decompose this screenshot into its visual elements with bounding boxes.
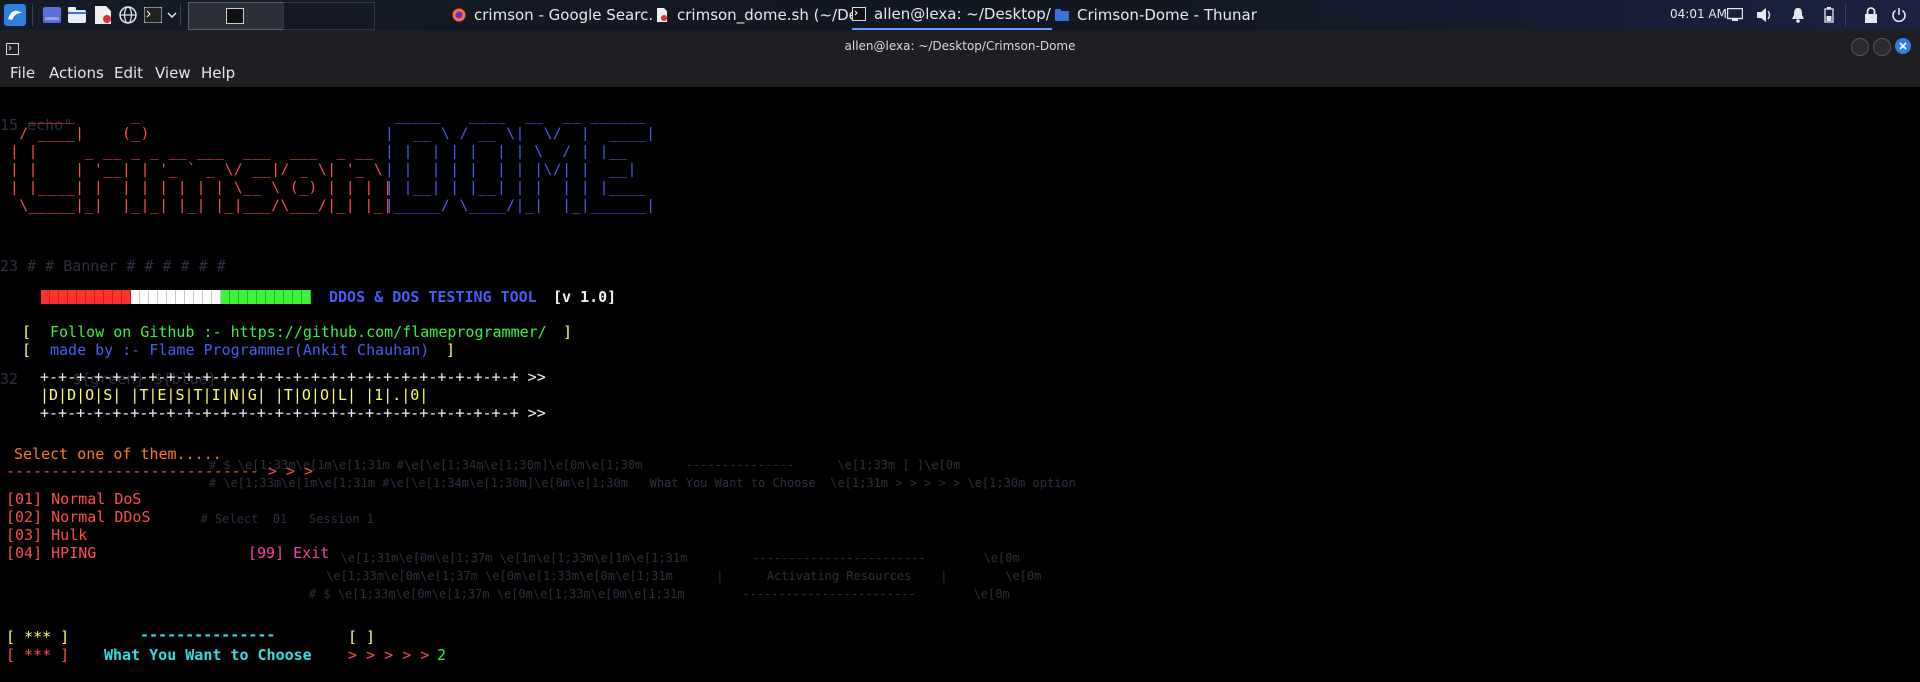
maximize-button[interactable]	[1873, 38, 1891, 56]
choose-arrows: > > > > >	[348, 646, 430, 664]
ascii-crimson-line: | | | '__| | '_ ` _ \/ __|/ _ \| '_ \	[10, 162, 384, 178]
ghost-line: 23 # # Banner # # # # # #	[0, 257, 226, 275]
prompt-bracket: [ ]	[348, 628, 376, 646]
workspace-icon[interactable]	[42, 5, 62, 25]
terminal-icon	[852, 7, 866, 21]
volume-icon[interactable]	[1756, 6, 1774, 24]
stars-box: [ *** ]	[6, 628, 70, 646]
version-label: [v 1.0]	[553, 288, 617, 306]
select-prompt: Select one of them.....	[14, 445, 222, 463]
github-follow-text: Follow on Github :- https://github.com/f…	[50, 323, 547, 341]
window-titlebar[interactable]: allen@lexa: ~/Desktop/Crimson-Dome	[0, 30, 1920, 63]
option-normal-ddos: [02] Normal DDoS	[6, 508, 151, 526]
terminal-launcher-icon[interactable]	[143, 5, 163, 25]
bracket-open: [	[22, 341, 32, 359]
clock[interactable]: 04:01 AM	[1670, 7, 1727, 21]
chevron-down-icon[interactable]	[162, 5, 182, 25]
banner-border-bottom: +-+-+-+-+-+-+-+-+-+-+-+-+-+-+-+-+-+-+-+-…	[40, 404, 546, 422]
taskbar-window-label: crimson - Google Searc...	[474, 6, 652, 24]
option-hulk: [03] Hulk	[6, 526, 88, 544]
option-hping: [04] HPING	[6, 544, 97, 562]
menu-help[interactable]: Help	[201, 64, 235, 82]
web-browser-icon[interactable]	[118, 5, 138, 25]
folder-icon	[1055, 9, 1069, 21]
file-manager-icon[interactable]	[67, 5, 87, 25]
taskbar-window-editor[interactable]: crimson_dome.sh (~/De...	[655, 0, 855, 30]
ascii-crimson-line: \_____|_| |_|_| |_| |_|___/\___/|_| |_|	[10, 198, 393, 214]
menu-file[interactable]: File	[10, 64, 35, 82]
menu-bar: File Actions Edit View Help	[0, 63, 1920, 87]
ghost-line: # Select 01 Session 1	[150, 512, 374, 526]
bracket-close: ]	[446, 341, 456, 359]
banner-text: |D|D|O|S| |T|E|S|T|I|N|G| |T|O|O|L| |1|.…	[40, 386, 429, 404]
taskbar-window-label: allen@lexa: ~/Desktop/...	[874, 5, 1052, 23]
taskbar-window-terminal[interactable]: allen@lexa: ~/Desktop/...	[852, 0, 1052, 30]
terminal-thumbnail-icon	[226, 8, 244, 24]
ghost-line: # $ \e[1;33m\e[0m\e[1;37m \e[0m\e[1;33m\…	[280, 587, 1010, 601]
ascii-dome-line: | __ \ / __ \| \/ | ____|	[385, 126, 656, 142]
window-title: allen@lexa: ~/Desktop/Crimson-Dome	[844, 39, 1076, 53]
dash-arrow-line: ---------------------------- > > >	[6, 462, 314, 480]
choose-input-value[interactable]: 2	[437, 646, 446, 664]
workspace-switcher-active[interactable]	[188, 2, 284, 30]
taskbar-window-thunar[interactable]: Crimson-Dome - Thunar	[1055, 0, 1285, 30]
document-icon[interactable]	[93, 5, 113, 25]
ascii-crimson-line: | | _ __ _ _ __ ___ ___ ___ _ __	[10, 144, 374, 160]
battery-icon[interactable]	[1820, 6, 1838, 24]
prompt-dashes: ---------------	[140, 626, 276, 644]
close-button[interactable]	[1895, 38, 1911, 54]
choose-label: What You Want to Choose	[104, 646, 312, 664]
flag-bar-white	[131, 290, 221, 304]
stars-box: [ *** ]	[6, 646, 70, 664]
option-normal-dos: [01] Normal DoS	[6, 490, 142, 508]
ghost-line: \e[1;33m\e[0m\e[1;37m \e[0m\e[1;33m\e[0m…	[290, 569, 1042, 583]
lock-icon[interactable]	[1862, 6, 1880, 24]
ghost-line: \e[1;31m\e[0m\e[1;37m \e[1m\e[1;33m\e[1m…	[290, 551, 1020, 565]
option-exit: [99] Exit	[248, 544, 330, 562]
ascii-dome-line: | | | | | | | \ / | |__	[385, 144, 628, 160]
ascii-crimson-line: / ____| (_)	[10, 126, 150, 142]
close-icon	[1899, 42, 1907, 50]
ascii-dome-line: |_____/ \____/|_| |_|______|	[385, 198, 656, 214]
firefox-icon	[452, 8, 466, 22]
menu-actions[interactable]: Actions	[49, 64, 104, 82]
menu-edit[interactable]: Edit	[114, 64, 143, 82]
taskbar-window-firefox[interactable]: crimson - Google Searc...	[452, 0, 652, 30]
bracket-close: ]	[563, 323, 573, 341]
ascii-dome-line: | |__| | |__| | | | | |____	[385, 180, 647, 196]
menu-view[interactable]: View	[155, 64, 191, 82]
power-icon[interactable]	[1890, 6, 1908, 24]
ascii-dome-line: | | | | | | | |\/| | __|	[385, 162, 637, 178]
taskbar-window-label: crimson_dome.sh (~/De...	[677, 6, 855, 24]
author-text: made by :- Flame Programmer(Ankit Chauha…	[50, 341, 430, 359]
workspace-switcher[interactable]	[283, 2, 375, 30]
taskbar: crimson - Google Searc... crimson_dome.s…	[0, 0, 1920, 30]
ascii-dome-line: _____ ____ __ __ ______	[385, 108, 647, 124]
bracket-open: [	[22, 323, 32, 341]
terminal-output[interactable]: 15 echo" 23 # # Banner # # # # # # 32 ${…	[0, 87, 1920, 682]
display-icon[interactable]	[1726, 6, 1744, 24]
ghost-line: # \e[1;33m\e[1m\e[1;31m #\e[\e[1;34m\e[1…	[180, 476, 1076, 490]
app-menu-icon[interactable]	[3, 3, 27, 27]
minimize-button[interactable]	[1851, 38, 1869, 56]
taskbar-window-label: Crimson-Dome - Thunar	[1077, 6, 1257, 24]
banner-border-top: +-+-+-+-+-+-+-+-+-+-+-+-+-+-+-+-+-+-+-+-…	[40, 368, 546, 386]
notifications-bell-icon[interactable]	[1789, 6, 1807, 24]
ascii-crimson-line: | |____| | | | | | | | \__ \ (_) | | | |	[10, 180, 393, 196]
tool-title: DDOS & DOS TESTING TOOL	[329, 288, 537, 306]
flag-bar-red	[41, 290, 131, 304]
ascii-crimson-line: _____ _	[10, 108, 141, 124]
text-editor-icon	[657, 8, 667, 22]
flag-bar-green	[221, 290, 311, 304]
